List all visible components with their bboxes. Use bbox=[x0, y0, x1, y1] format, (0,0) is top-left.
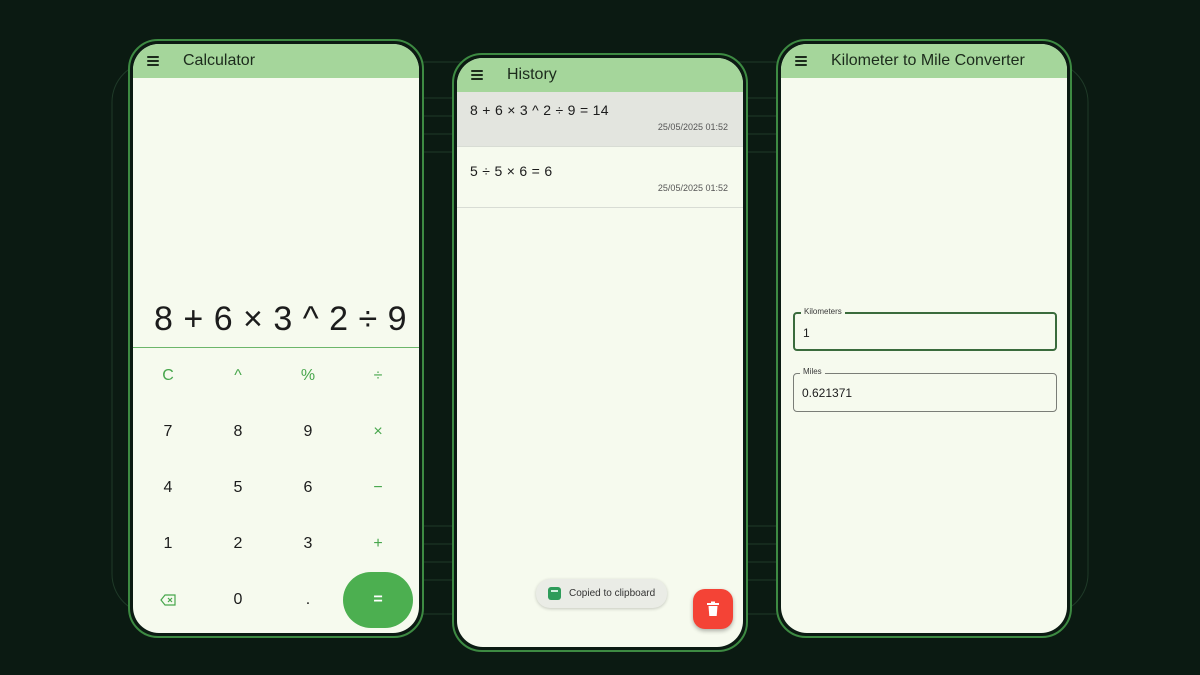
digit-7-button[interactable]: 7 bbox=[133, 404, 203, 460]
backspace-icon bbox=[160, 594, 176, 606]
menu-icon[interactable] bbox=[471, 70, 483, 80]
digit-5-button[interactable]: 5 bbox=[203, 460, 273, 516]
app-icon bbox=[548, 587, 561, 600]
clipboard-toast: Copied to clipboard bbox=[536, 579, 668, 608]
delete-history-button[interactable] bbox=[693, 589, 733, 629]
equals-button[interactable]: = bbox=[343, 572, 413, 628]
decimal-button[interactable]: . bbox=[273, 572, 343, 628]
history-item[interactable]: 5 ÷ 5 × 6 = 6 25/05/2025 01:52 bbox=[457, 153, 743, 208]
digit-8-button[interactable]: 8 bbox=[203, 404, 273, 460]
divide-button[interactable]: ÷ bbox=[343, 348, 413, 404]
digit-9-button[interactable]: 9 bbox=[273, 404, 343, 460]
digit-3-button[interactable]: 3 bbox=[273, 516, 343, 572]
converter-screen: Kilometer to Mile Converter Kilometers 1… bbox=[781, 44, 1067, 633]
history-phone: History 8 + 6 × 3 ^ 2 ÷ 9 = 14 25/05/202… bbox=[452, 53, 748, 652]
digit-0-button[interactable]: 0 bbox=[203, 572, 273, 628]
page-title: History bbox=[507, 66, 557, 83]
toast-text: Copied to clipboard bbox=[569, 588, 656, 599]
history-timestamp: 25/05/2025 01:52 bbox=[657, 183, 728, 193]
converter-app-bar: Kilometer to Mile Converter bbox=[781, 44, 1067, 78]
kilometers-value[interactable]: 1 bbox=[803, 326, 810, 340]
trash-icon bbox=[707, 601, 719, 616]
page-title: Calculator bbox=[183, 52, 256, 69]
calculator-screen: Calculator 8 + 6 × 3 ^ 2 ÷ 9 C ^ % ÷ 7 8… bbox=[133, 44, 419, 633]
history-app-bar: History bbox=[457, 58, 743, 92]
digit-2-button[interactable]: 2 bbox=[203, 516, 273, 572]
kilometers-label: Kilometers bbox=[801, 307, 845, 316]
history-timestamp: 25/05/2025 01:52 bbox=[657, 122, 728, 132]
calculator-app-bar: Calculator bbox=[133, 44, 419, 78]
menu-icon[interactable] bbox=[795, 56, 807, 66]
digit-4-button[interactable]: 4 bbox=[133, 460, 203, 516]
history-expression: 8 + 6 × 3 ^ 2 ÷ 9 = 14 bbox=[470, 102, 609, 118]
plus-button[interactable]: + bbox=[343, 516, 413, 572]
power-button[interactable]: ^ bbox=[203, 348, 273, 404]
miles-value[interactable]: 0.621371 bbox=[802, 386, 852, 400]
history-item[interactable]: 8 + 6 × 3 ^ 2 ÷ 9 = 14 25/05/2025 01:52 bbox=[457, 92, 743, 147]
page-title: Kilometer to Mile Converter bbox=[831, 52, 1025, 69]
multiply-button[interactable]: × bbox=[343, 404, 413, 460]
miles-field[interactable]: Miles 0.621371 bbox=[793, 367, 1057, 412]
expression-display: 8 + 6 × 3 ^ 2 ÷ 9 bbox=[154, 300, 407, 338]
history-screen: History 8 + 6 × 3 ^ 2 ÷ 9 = 14 25/05/202… bbox=[457, 58, 743, 647]
kilometers-field[interactable]: Kilometers 1 bbox=[793, 307, 1057, 351]
history-expression: 5 ÷ 5 × 6 = 6 bbox=[470, 163, 553, 179]
backspace-button[interactable] bbox=[133, 572, 203, 628]
digit-1-button[interactable]: 1 bbox=[133, 516, 203, 572]
digit-6-button[interactable]: 6 bbox=[273, 460, 343, 516]
minus-button[interactable]: − bbox=[343, 460, 413, 516]
calculator-phone: Calculator 8 + 6 × 3 ^ 2 ÷ 9 C ^ % ÷ 7 8… bbox=[128, 39, 424, 638]
percent-button[interactable]: % bbox=[273, 348, 343, 404]
converter-phone: Kilometer to Mile Converter Kilometers 1… bbox=[776, 39, 1072, 638]
menu-icon[interactable] bbox=[147, 56, 159, 66]
clear-button[interactable]: C bbox=[133, 348, 203, 404]
miles-label: Miles bbox=[800, 367, 825, 376]
